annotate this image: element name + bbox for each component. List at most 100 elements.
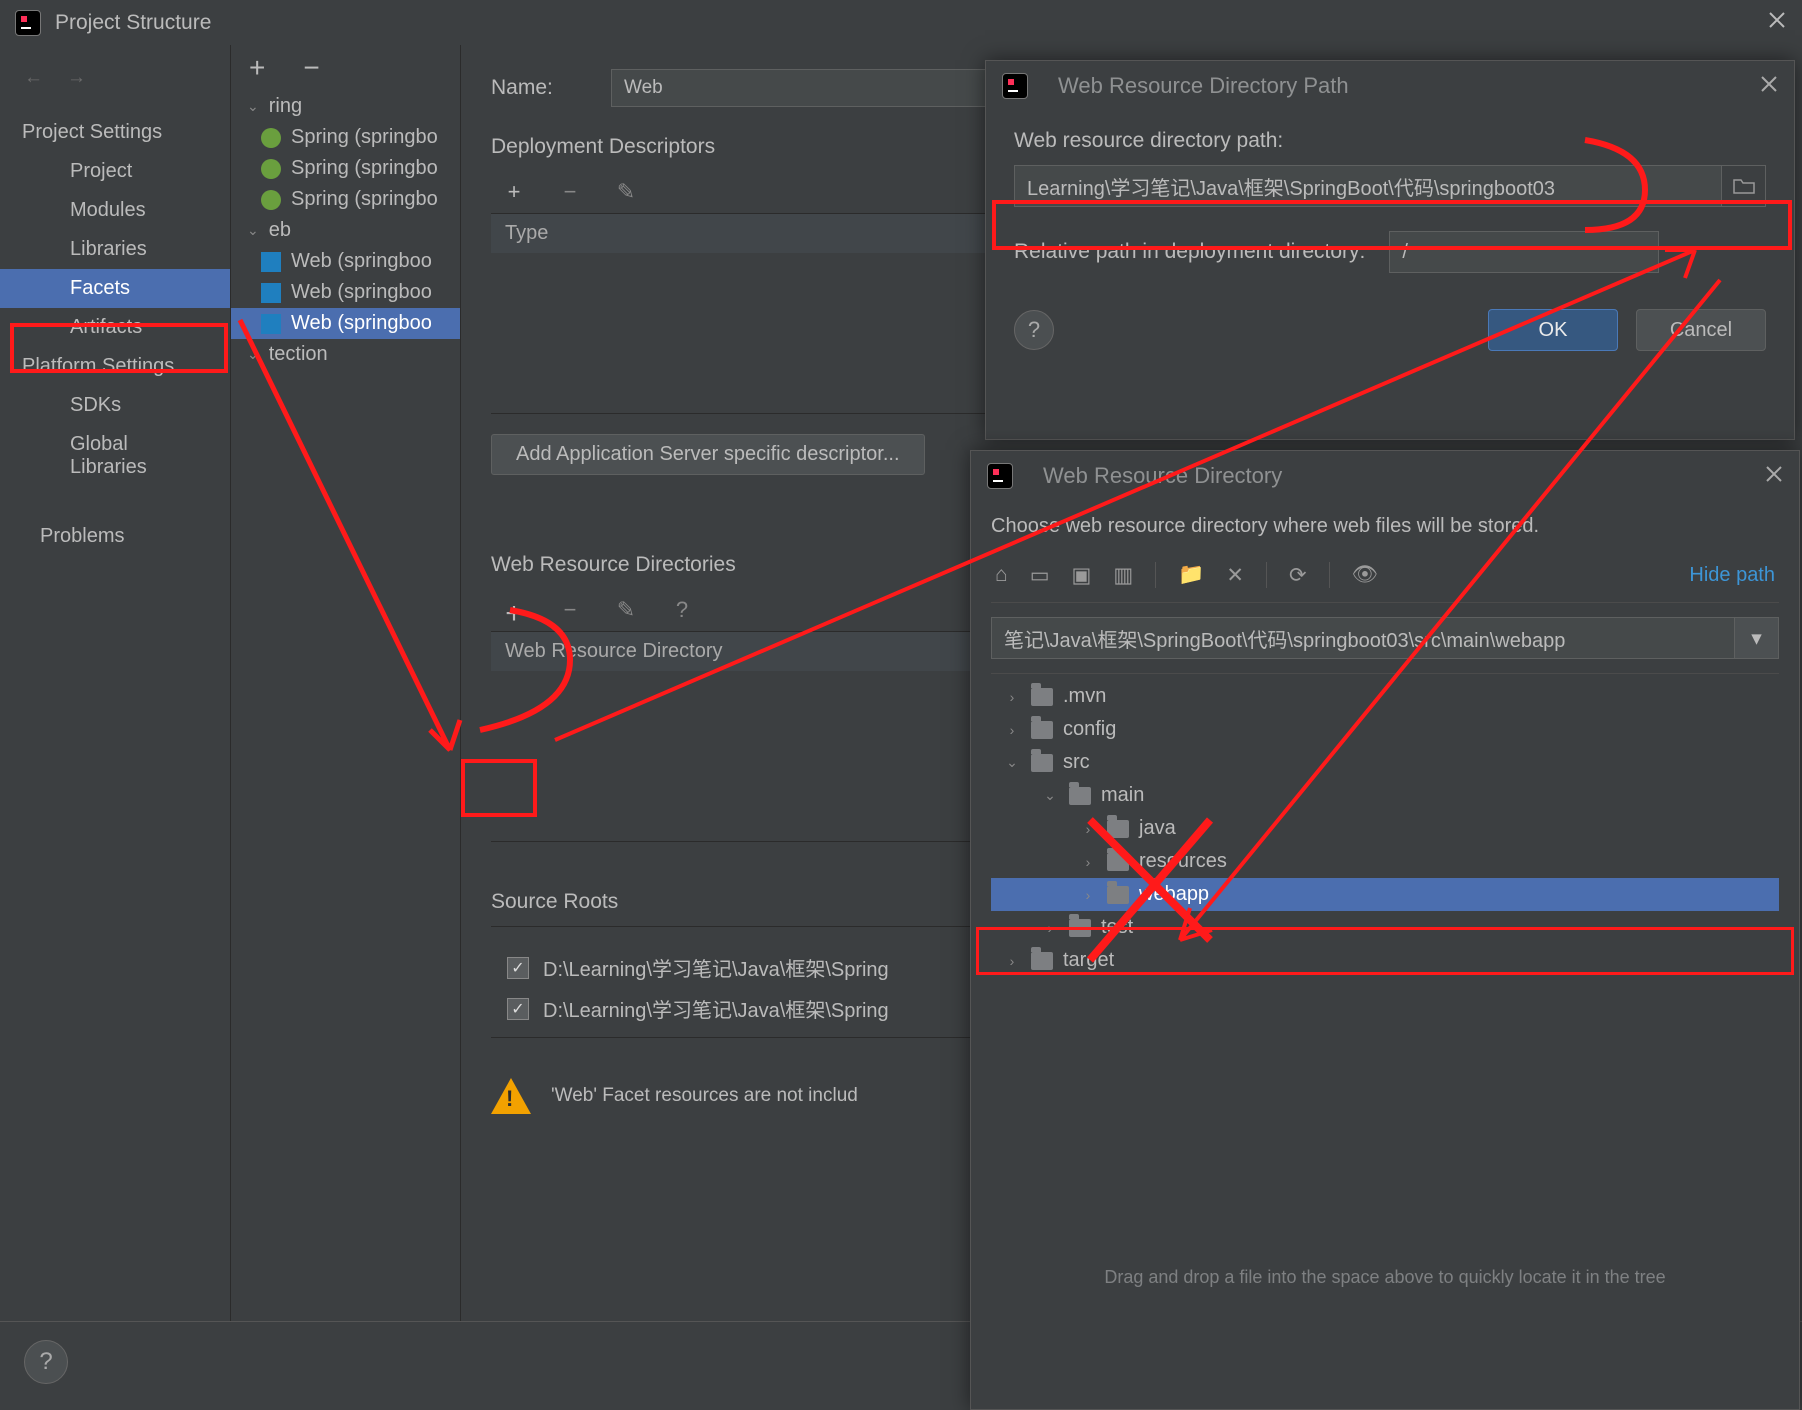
ok-button[interactable]: OK xyxy=(1488,309,1618,351)
cancel-button[interactable]: Cancel xyxy=(1636,309,1766,351)
dialog2-close-icon[interactable] xyxy=(1765,463,1783,489)
hide-path-link[interactable]: Hide path xyxy=(1689,564,1775,587)
separator xyxy=(1329,562,1330,588)
web-icon xyxy=(261,283,281,303)
nav-item-sdks[interactable]: SDKs xyxy=(0,386,230,425)
folder-icon xyxy=(1031,721,1053,739)
module-icon[interactable]: ▥ xyxy=(1113,563,1133,588)
chevron-icon: › xyxy=(1041,920,1059,936)
facet-spring-3[interactable]: Spring (springbo xyxy=(291,188,438,211)
facet-list-pane: + − ⌄ring Spring (springbo Spring (sprin… xyxy=(230,45,460,1401)
nav-item-problems[interactable]: Problems xyxy=(0,517,230,556)
dialog2-instruction: Choose web resource directory where web … xyxy=(991,515,1779,538)
folder-icon xyxy=(1031,952,1053,970)
facet-spring-1[interactable]: Spring (springbo xyxy=(291,126,438,149)
tree-row-.mvn[interactable]: ›.mvn xyxy=(991,680,1779,713)
facet-web-1[interactable]: Web (springboo xyxy=(291,250,432,273)
add-app-server-button[interactable]: Add Application Server specific descript… xyxy=(491,434,925,475)
desktop-icon[interactable]: ▭ xyxy=(1030,563,1050,588)
separator xyxy=(1266,562,1267,588)
chevron-icon: ⌄ xyxy=(1041,787,1059,804)
tree-row-test[interactable]: › test xyxy=(991,911,1779,944)
separator xyxy=(1155,562,1156,588)
window-title: Project Structure xyxy=(55,11,211,35)
remove-descriptor-icon[interactable]: − xyxy=(557,179,583,205)
remove-facet-icon[interactable]: − xyxy=(303,54,319,82)
tree-label: java xyxy=(1139,817,1176,840)
nav-back-icon[interactable]: ← xyxy=(24,67,43,89)
nav-item-global-libraries[interactable]: Global Libraries xyxy=(0,425,230,487)
tree-row-target[interactable]: › target xyxy=(991,944,1779,977)
facet-detection[interactable]: tection xyxy=(269,343,328,366)
facet-web-3[interactable]: Web (springboo xyxy=(291,312,432,335)
nav-item-modules[interactable]: Modules xyxy=(0,191,230,230)
nav-item-libraries[interactable]: Libraries xyxy=(0,230,230,269)
tree-row-webapp[interactable]: ›webapp xyxy=(991,878,1779,911)
warning-text: 'Web' Facet resources are not includ xyxy=(551,1085,858,1107)
project-icon[interactable]: ▣ xyxy=(1072,563,1092,588)
tree-row-src[interactable]: ⌄src xyxy=(991,746,1779,779)
browse-folder-icon[interactable] xyxy=(1722,165,1766,207)
chevron-icon: › xyxy=(1003,953,1021,969)
folder-icon xyxy=(1031,688,1053,706)
tree-label: webapp xyxy=(1139,883,1209,906)
edit-descriptor-icon[interactable]: ✎ xyxy=(613,179,639,205)
home-icon[interactable]: ⌂ xyxy=(995,563,1008,587)
spring-icon xyxy=(261,128,281,148)
chevron-icon: › xyxy=(1003,722,1021,738)
source-root-checkbox-2[interactable]: ✓ xyxy=(507,998,529,1020)
delete-icon[interactable]: ✕ xyxy=(1226,563,1244,588)
add-web-resource-icon[interactable]: + xyxy=(501,597,527,623)
intellij-icon xyxy=(15,10,41,36)
facet-web-2[interactable]: Web (springboo xyxy=(291,281,432,304)
dialog1-relative-input[interactable] xyxy=(1389,231,1659,273)
add-descriptor-icon[interactable]: + xyxy=(501,179,527,205)
nav-item-facets[interactable]: Facets xyxy=(0,269,230,308)
facet-spring-2[interactable]: Spring (springbo xyxy=(291,157,438,180)
close-icon[interactable] xyxy=(1767,10,1787,36)
remove-web-resource-icon[interactable]: − xyxy=(557,597,583,623)
add-facet-icon[interactable]: + xyxy=(249,54,265,82)
name-label: Name: xyxy=(491,76,581,100)
chevron-icon: › xyxy=(1003,689,1021,705)
tree-label: config xyxy=(1063,718,1116,741)
dialog1-path-input[interactable] xyxy=(1014,165,1722,207)
dialog1-title: Web Resource Directory Path xyxy=(1058,73,1349,99)
intellij-icon xyxy=(1002,73,1028,99)
dialog1-close-icon[interactable] xyxy=(1760,73,1778,99)
dialog1-label-relative: Relative path in deployment directory: xyxy=(1014,240,1365,264)
help-icon[interactable]: ? xyxy=(24,1340,68,1384)
facet-group-spring[interactable]: ring xyxy=(269,95,302,118)
show-hidden-icon[interactable]: 👁 xyxy=(1352,563,1379,587)
dialog2-path-combo[interactable] xyxy=(991,617,1735,659)
nav-section-platform-settings: Platform Settings xyxy=(0,347,230,386)
refresh-icon[interactable]: ⟳ xyxy=(1289,563,1307,588)
combo-dropdown-icon[interactable]: ▾ xyxy=(1735,617,1779,659)
tree-row-config[interactable]: › config xyxy=(991,713,1779,746)
chevron-icon: ⌄ xyxy=(1003,754,1021,771)
facet-group-web[interactable]: eb xyxy=(269,219,291,242)
new-folder-icon[interactable]: 📁 xyxy=(1178,563,1204,587)
tree-row-java[interactable]: ›java xyxy=(991,812,1779,845)
edit-web-resource-icon[interactable]: ✎ xyxy=(613,597,639,623)
web-icon xyxy=(261,314,281,334)
chevron-icon: › xyxy=(1079,854,1097,870)
tree-label: target xyxy=(1063,949,1114,972)
help-web-resource-icon[interactable]: ? xyxy=(669,597,695,623)
left-nav: ← → Project Settings Project Modules Lib… xyxy=(0,45,230,1401)
spring-icon xyxy=(261,159,281,179)
source-root-checkbox-1[interactable]: ✓ xyxy=(507,957,529,979)
nav-forward-icon[interactable]: → xyxy=(67,67,86,89)
titlebar: Project Structure xyxy=(0,0,1802,45)
dialog1-help-icon[interactable]: ? xyxy=(1014,310,1054,350)
directory-tree[interactable]: ›.mvn›config⌄src⌄main›java›resources›web… xyxy=(991,673,1779,977)
folder-icon xyxy=(1107,853,1129,871)
tree-label: test xyxy=(1101,916,1133,939)
web-icon xyxy=(261,252,281,272)
tree-row-main[interactable]: ⌄main xyxy=(991,779,1779,812)
tree-row-resources[interactable]: ›resources xyxy=(991,845,1779,878)
nav-item-project[interactable]: Project xyxy=(0,152,230,191)
web-resource-directory-dialog: Web Resource Directory Choose web resour… xyxy=(970,450,1800,1410)
folder-icon xyxy=(1069,787,1091,805)
nav-item-artifacts[interactable]: Artifacts xyxy=(0,308,230,347)
